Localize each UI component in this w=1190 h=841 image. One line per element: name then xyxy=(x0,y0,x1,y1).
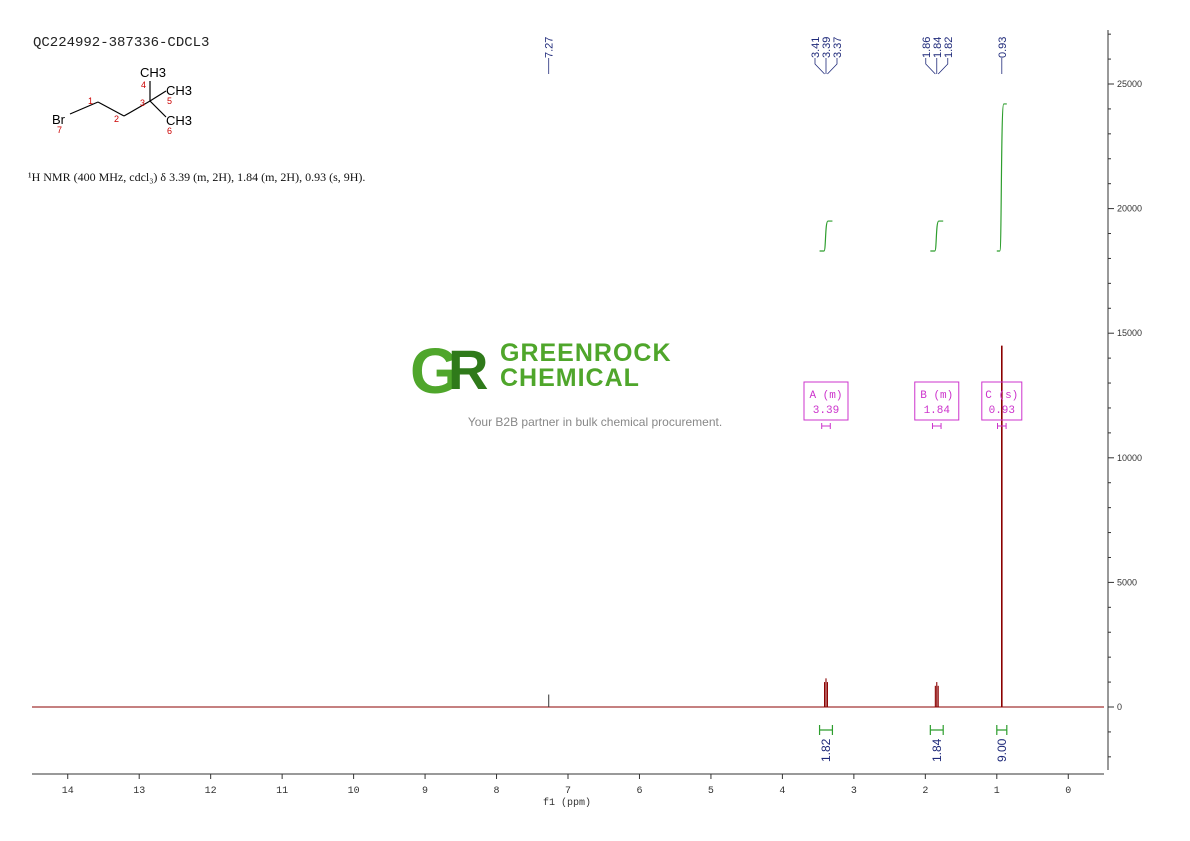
atom-number-6: 6 xyxy=(167,126,172,136)
multiplet-title: C (s) xyxy=(985,390,1018,402)
multiplet-range xyxy=(931,423,942,429)
x-tick-label: 14 xyxy=(62,786,74,797)
x-tick-label: 0 xyxy=(1065,786,1071,797)
x-tick-label: 12 xyxy=(205,786,217,797)
multiplet-shift: 0.93 xyxy=(989,405,1015,417)
x-tick-label: 6 xyxy=(636,786,642,797)
multiplet-title: A (m) xyxy=(809,390,842,402)
y-tick-label: 5000 xyxy=(1117,577,1137,587)
x-tick-label: 11 xyxy=(276,786,288,797)
x-tick-label: 4 xyxy=(779,786,785,797)
x-tick-label: 7 xyxy=(565,786,571,797)
plot-layer: 14 13 12 11 10 9 8 7 6 5 4 3 2 1 005000100001500020000… xyxy=(32,30,1142,797)
x-tick-label: 1 xyxy=(994,786,1000,797)
carbon-number-1: 1 xyxy=(88,96,93,106)
y-tick-label: 15000 xyxy=(1117,328,1142,338)
nmr-description: ¹H NMR (400 MHz, cdcl₃) δ 3.39 (m, 2H), … xyxy=(28,170,365,184)
molecule-structure: Br 7 CH3 4 CH3 5 CH3 6 1 2 3 xyxy=(52,65,192,136)
multiplet-title: B (m) xyxy=(920,390,953,402)
integral-value: 1.84 xyxy=(930,738,944,762)
x-tick-label: 13 xyxy=(133,786,145,797)
atom-number-4: 4 xyxy=(141,80,146,90)
multiplet-shift: 1.84 xyxy=(924,405,951,417)
logo-brand-bottom: CHEMICAL xyxy=(500,364,640,392)
x-tick-label: 5 xyxy=(708,786,714,797)
logo-tagline: Your B2B partner in bulk chemical procur… xyxy=(468,415,722,429)
peak-label-leader xyxy=(827,58,838,75)
multiplet-shift: 3.39 xyxy=(813,405,839,417)
integral-bar xyxy=(996,725,1008,735)
peak-label-leader xyxy=(925,58,936,75)
integral-value: 9.00 xyxy=(995,738,1009,762)
greenrock-logo: G R GREENROCK CHEMICAL Your B2B partner … xyxy=(410,335,722,429)
x-tick-label: 2 xyxy=(922,786,928,797)
carbon-number-2: 2 xyxy=(114,114,119,124)
atom-number-5: 5 xyxy=(167,96,172,106)
x-tick-label: 3 xyxy=(851,786,857,797)
y-tick-label: 25000 xyxy=(1117,79,1142,89)
nmr-spectrum-chart: QC224992-387336-CDCL3 ¹H NMR (400 MHz, c… xyxy=(28,30,1142,809)
y-tick-label: 20000 xyxy=(1117,204,1142,214)
peak-label: 1.82 xyxy=(943,37,955,58)
logo-brand-top: GREENROCK xyxy=(500,339,672,367)
x-tick-label: 10 xyxy=(348,786,360,797)
integral-curve xyxy=(996,103,1007,252)
peak-label: 7.27 xyxy=(544,37,556,58)
x-axis-label: f1 (ppm) xyxy=(543,797,591,809)
integral-value: 1.82 xyxy=(819,738,833,762)
y-tick-label: 0 xyxy=(1117,702,1122,712)
sample-id: QC224992-387336-CDCL3 xyxy=(33,35,209,51)
integral-curve xyxy=(930,220,944,252)
integral-bar xyxy=(818,725,834,735)
peak-label-leader xyxy=(937,58,949,75)
peak-label-leader xyxy=(814,58,825,75)
multiplet-range xyxy=(821,423,831,429)
atom-ch3-top: CH3 xyxy=(140,65,166,80)
y-tick-label: 10000 xyxy=(1117,453,1142,463)
peak-label: 3.37 xyxy=(832,37,844,58)
logo-mark-r: R xyxy=(448,338,488,401)
x-tick-label: 8 xyxy=(494,786,500,797)
integral-bar xyxy=(929,725,944,735)
x-tick-label: 9 xyxy=(422,786,428,797)
peak-label: 0.93 xyxy=(997,37,1009,58)
atom-number-7: 7 xyxy=(57,125,62,135)
carbon-number-3: 3 xyxy=(140,98,145,108)
integral-curve xyxy=(819,220,833,252)
